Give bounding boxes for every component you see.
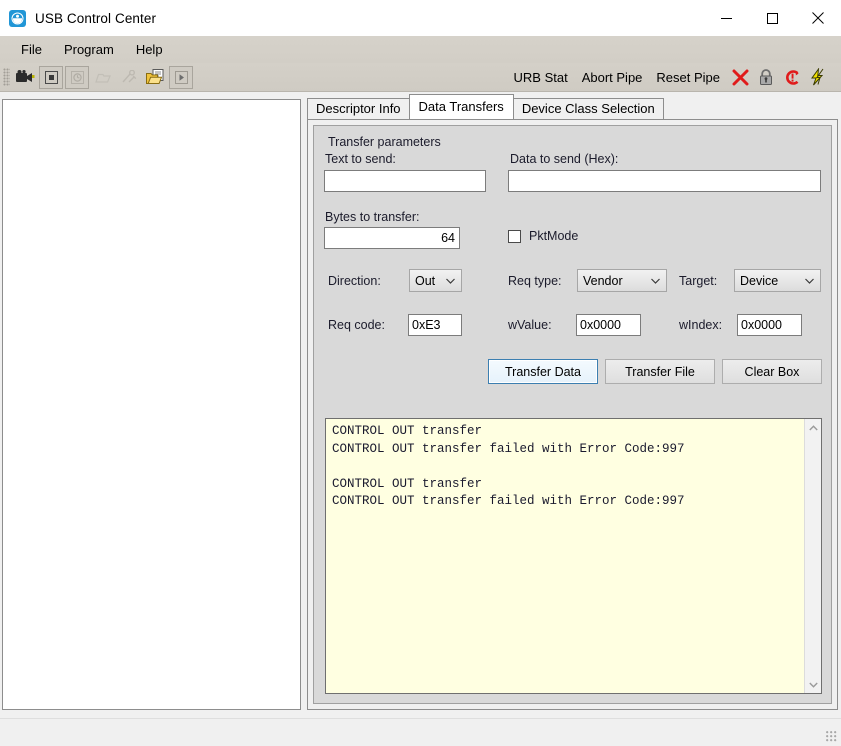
pkt-mode-checkbox[interactable]: PktMode [508,229,578,243]
toolbar-right-group: URB Stat Abort Pipe Reset Pipe [507,63,831,91]
main-content: Descriptor Info Data Transfers Device Cl… [0,92,841,714]
scroll-down-icon[interactable] [805,676,821,693]
red-x-icon[interactable] [727,65,753,89]
direction-label: Direction: [328,274,381,288]
menu-file[interactable]: File [10,38,53,61]
stop-square-icon[interactable] [39,65,63,89]
wvalue-input[interactable] [576,314,641,336]
tab-data-transfers[interactable]: Data Transfers [408,94,514,119]
scroll-up-icon[interactable] [805,419,821,436]
data-transfers-panel: Transfer parameters Text to send: Data t… [313,125,832,704]
req-type-value: Vendor [583,273,623,288]
target-value: Device [740,273,779,288]
reset-pipe-button[interactable]: Reset Pipe [649,68,727,87]
tab-descriptor-info[interactable]: Descriptor Info [307,98,410,119]
lightning-icon[interactable] [805,65,831,89]
req-code-input[interactable] [408,314,462,336]
text-to-send-label: Text to send: [325,152,396,166]
device-tree-panel[interactable] [2,99,301,710]
transfer-parameters-title: Transfer parameters [328,135,441,149]
target-select[interactable]: Device [734,269,821,292]
clock-icon [65,65,89,89]
direction-value: Out [415,273,436,288]
pkt-mode-label: PktMode [529,229,579,243]
title-bar: USB Control Center [0,0,841,36]
open-folder-icon[interactable] [143,66,167,89]
tools-icon [117,66,141,89]
folder-icon [91,66,115,89]
transfer-file-button[interactable]: Transfer File [605,359,715,384]
urb-stat-button[interactable]: URB Stat [507,68,575,87]
direction-select[interactable]: Out [409,269,462,292]
req-type-select[interactable]: Vendor [577,269,667,292]
transfer-data-button[interactable]: Transfer Data [488,359,598,384]
minimize-button[interactable] [703,0,749,36]
toolbar-grip[interactable] [3,68,10,86]
window-title: USB Control Center [35,10,157,26]
clear-box-button[interactable]: Clear Box [722,359,822,384]
tab-body: Transfer parameters Text to send: Data t… [307,119,838,710]
camera-icon[interactable] [13,66,37,89]
menu-program[interactable]: Program [53,38,125,61]
chevron-down-icon [647,278,663,284]
target-label: Target: [679,274,718,288]
play-icon[interactable] [169,65,193,89]
log-scrollbar[interactable] [804,419,821,693]
pkt-mode-checkbox-box[interactable] [508,229,521,243]
window-controls [703,0,841,36]
usb-app-icon [9,9,26,27]
close-button[interactable] [795,0,841,36]
bytes-to-transfer-label: Bytes to transfer: [325,210,420,224]
chevron-down-icon [801,278,817,284]
status-bar [0,718,841,746]
transfer-log-text[interactable]: CONTROL OUT transfer CONTROL OUT transfe… [326,419,804,693]
data-to-send-input[interactable] [508,170,821,192]
req-code-label: Req code: [328,318,385,332]
chevron-down-icon [442,278,458,284]
tab-control: Descriptor Info Data Transfers Device Cl… [307,94,838,710]
req-type-label: Req type: [508,274,562,288]
windex-label: wIndex: [679,318,723,332]
maximize-button[interactable] [749,0,795,36]
windex-input[interactable] [737,314,802,336]
transfer-log-panel: CONTROL OUT transfer CONTROL OUT transfe… [325,418,822,694]
tab-strip: Descriptor Info Data Transfers Device Cl… [307,94,664,119]
abort-pipe-button[interactable]: Abort Pipe [575,68,650,87]
reset-c-icon[interactable] [779,65,805,89]
lock-icon[interactable] [753,65,779,89]
tab-device-class-selection[interactable]: Device Class Selection [512,98,664,119]
wvalue-label: wValue: [508,318,552,332]
text-to-send-input[interactable] [324,170,486,192]
menu-bar: File Program Help [0,36,841,63]
resize-grip[interactable] [826,731,838,743]
menu-help[interactable]: Help [125,38,174,61]
data-to-send-label: Data to send (Hex): [510,152,619,166]
toolbar: URB Stat Abort Pipe Reset Pipe [0,63,841,92]
bytes-to-transfer-input[interactable] [324,227,460,249]
